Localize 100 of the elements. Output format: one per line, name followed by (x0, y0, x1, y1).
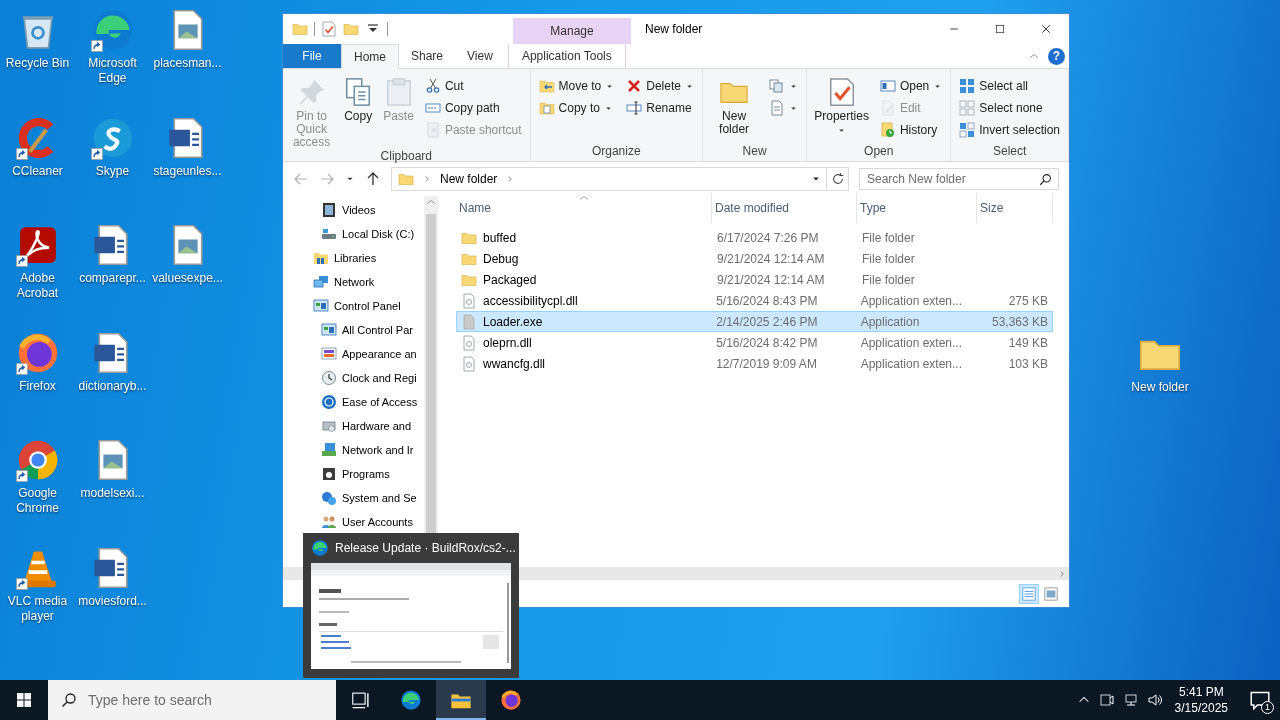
nav-item[interactable]: All Control Par (283, 318, 424, 342)
breadcrumb[interactable]: New folder (440, 172, 498, 186)
column-header[interactable]: Name (456, 193, 712, 223)
refresh-icon (830, 172, 845, 186)
ribbon-tab[interactable]: Share (399, 44, 456, 68)
ribbon-tab[interactable]: File (283, 44, 341, 68)
ribbon-button[interactable]: Move to (534, 75, 619, 97)
grid-icon (959, 78, 976, 94)
desktop-icon-label[interactable]: Adobe Acrobat (0, 271, 76, 301)
desktop-icon-label[interactable]: Microsoft Edge (74, 56, 151, 86)
nav-item[interactable]: Hardware and (283, 414, 424, 438)
desktop-icon-label[interactable]: dictionaryb... (74, 378, 151, 394)
ribbon-button[interactable]: Copy path (420, 97, 526, 119)
taskbar-button[interactable] (436, 680, 486, 720)
desktop-icon-label[interactable]: Recycle Bin (0, 56, 76, 71)
browser-icon (500, 689, 522, 711)
file-row[interactable]: accessibilitycpl.dll 5/16/2024 8:43 PM Application exten... 275 KB (456, 290, 1053, 311)
nav-item[interactable]: Clock and Regi (283, 366, 424, 390)
nav-item[interactable]: Libraries (283, 246, 424, 270)
nav-item[interactable]: Appearance an (283, 342, 424, 366)
desktop-icon-label[interactable]: stageunles... (149, 163, 226, 179)
ribbon-button[interactable]: Rename (622, 97, 698, 119)
shortcut-arrow-icon (15, 470, 28, 482)
nav-item[interactable]: Network and Ir (283, 438, 424, 462)
up-icon[interactable] (365, 171, 381, 187)
ribbon-tab[interactable]: View (455, 44, 505, 68)
desktop-icon-label[interactable]: New folder (1122, 380, 1198, 395)
nav-item[interactable]: User Accounts (283, 510, 424, 534)
nav-item[interactable]: Network (283, 270, 424, 294)
desktop-icon-label[interactable]: comparepr... (74, 271, 151, 286)
notification-icon[interactable] (1250, 690, 1270, 710)
desktop-icon-label[interactable]: placesman... (149, 56, 226, 71)
search-field[interactable]: Type here to search (48, 680, 336, 720)
ribbon-tab[interactable]: Home (341, 44, 399, 69)
desktop-icon-label[interactable]: Google Chrome (0, 486, 76, 516)
file-row[interactable]: Packaged 9/21/2024 12:14 AM File folder (456, 269, 1053, 290)
nav-item[interactable]: System and Se (283, 486, 424, 510)
browser-icon (311, 539, 329, 557)
file-row[interactable]: Loader.exe 2/14/2025 2:46 PM Application 53,363 KB (456, 311, 1053, 332)
ribbon-button[interactable]: Cut (420, 75, 526, 97)
file-name: Debug (483, 251, 519, 266)
scissors-icon (424, 78, 441, 94)
desktop-icon-label[interactable]: moviesford... (74, 593, 151, 609)
camera-icon[interactable] (1098, 692, 1115, 708)
file-row[interactable]: wwancfg.dll 12/7/2019 9:09 AM Application exten... 103 KB (456, 353, 1053, 374)
desktop-icon-label[interactable]: Skype (74, 163, 151, 179)
desktop-icon-label[interactable]: CCleaner (0, 163, 76, 179)
refresh-button[interactable] (827, 167, 849, 191)
path-icon (424, 100, 441, 116)
table-cell-text: Application exten... (859, 335, 964, 350)
file-row[interactable]: oleprn.dll 5/16/2024 8:42 PM Application exten... 149 KB (456, 332, 1053, 353)
desktop-icon-label[interactable]: modelsexi... (74, 486, 151, 501)
nav-item[interactable]: Control Panel (283, 294, 424, 318)
ribbon-button[interactable]: Delete (622, 75, 698, 97)
desktop-icon-label[interactable]: VLC media player (0, 593, 76, 624)
ribbon-button[interactable]: Copy to (534, 97, 619, 119)
ribbon-button[interactable]: Select all (955, 75, 1064, 97)
search-field[interactable]: Search New folder (859, 168, 1059, 190)
ribbon-button[interactable]: Copy (340, 73, 377, 149)
rename-icon (626, 100, 643, 116)
address-bar[interactable]: New folder (391, 167, 827, 191)
windows-icon (16, 692, 32, 708)
ribbon-button[interactable]: New folder (706, 73, 762, 144)
column-header[interactable]: Type (857, 193, 977, 223)
table-cell-text: File folder (861, 230, 916, 245)
table-cell-text: 9/21/2024 12:14 AM (716, 272, 826, 287)
checkmark-document-icon[interactable] (321, 21, 337, 37)
table-cell-text: Application (859, 314, 921, 329)
history-icon (879, 122, 896, 138)
ribbon-button[interactable]: Open (875, 75, 947, 97)
nav-item[interactable]: Ease of Access (283, 390, 424, 414)
ribbon-group-label: Organize (590, 144, 642, 160)
library-icon (313, 250, 329, 266)
table-cell-text: 2/14/2025 2:46 PM (715, 314, 819, 329)
file-row[interactable]: Debug 9/21/2024 12:14 AM File folder (456, 248, 1053, 269)
clock-date[interactable]: 3/15/2025 (1174, 700, 1228, 716)
nav-item[interactable]: Local Disk (C:) (283, 222, 424, 246)
ribbon-button[interactable]: History (875, 119, 947, 141)
caret-icon (837, 126, 847, 135)
ribbon-button[interactable]: Select none (955, 97, 1064, 119)
table-cell-text: Application exten... (859, 293, 964, 308)
document-icon (879, 100, 896, 116)
nav-item[interactable]: Videos (283, 198, 424, 222)
preview-tooltip[interactable]: Release Update · BuildRox/cs2-... (303, 533, 519, 678)
details-view-icon (1022, 586, 1036, 601)
clock-time[interactable]: 5:41 PM (1178, 684, 1224, 700)
desktop-icon-label[interactable]: Firefox (0, 378, 76, 394)
column-header[interactable]: Date modified (712, 193, 857, 223)
ribbon-button[interactable]: Invert selection (955, 119, 1064, 141)
file-row[interactable]: buffed 6/17/2024 7:26 PM File folder (456, 227, 1053, 248)
table-cell-text: 149 KB (1007, 335, 1049, 350)
users-icon (321, 514, 337, 530)
ribbon-button[interactable]: Properties (811, 73, 872, 144)
table-cell-text: 6/17/2024 7:26 PM (716, 230, 820, 245)
speaker-icon[interactable] (1146, 692, 1163, 708)
ribbon-tab[interactable]: Application Tools (507, 44, 626, 68)
desktop-icon-label[interactable]: valuesexpe... (149, 271, 226, 286)
column-header[interactable]: Size (977, 193, 1053, 223)
nav-item[interactable]: Programs (283, 462, 424, 486)
help-button[interactable]: ? (1048, 47, 1065, 65)
